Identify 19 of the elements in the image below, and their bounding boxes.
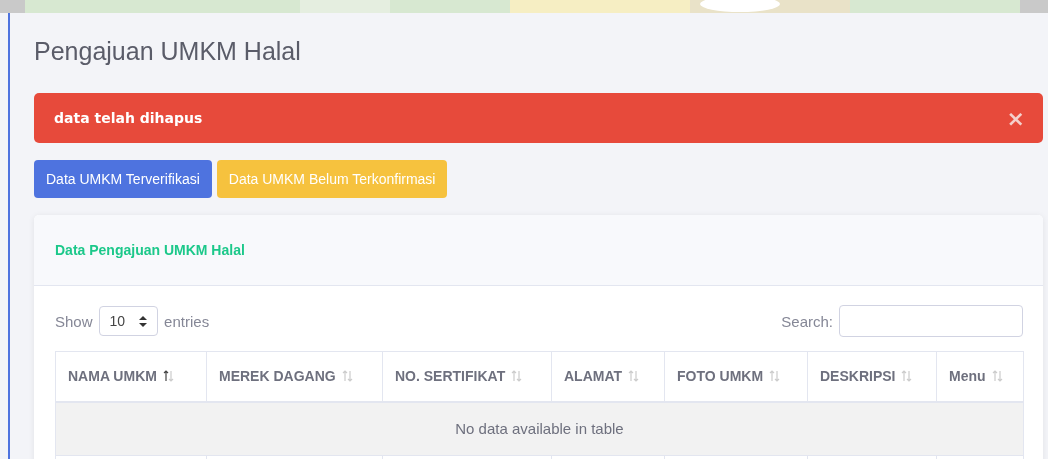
column-header[interactable]: ALAMAT (551, 351, 665, 402)
close-button[interactable]: × (1006, 105, 1025, 131)
column-header[interactable]: NAMA UMKM (55, 351, 207, 402)
search-label: Search: (781, 312, 833, 330)
column-header[interactable]: DESKRIPSI (807, 351, 937, 402)
entries-label: entries (164, 312, 210, 330)
column-header[interactable]: NO. SERTIFIKAT (382, 351, 552, 402)
search-field[interactable] (839, 305, 1023, 337)
card-title: Data Pengajuan UMKM Halal (55, 242, 245, 258)
entries-select[interactable]: 10 (98, 306, 159, 336)
column-header[interactable]: MEREK DAGANG (206, 351, 383, 402)
empty-table-message: No data available in table (55, 401, 1024, 455)
column-header[interactable]: FOTO UMKM (664, 351, 808, 402)
alert-message: data telah dihapus (54, 110, 203, 126)
column-header[interactable]: Menu (936, 351, 1024, 402)
show-label: Show (55, 312, 93, 330)
updown-icon (139, 315, 148, 327)
filter-button[interactable]: Data UMKM Terverifikasi (34, 160, 212, 198)
page-title: Pengajuan UMKM Halal (34, 36, 302, 67)
